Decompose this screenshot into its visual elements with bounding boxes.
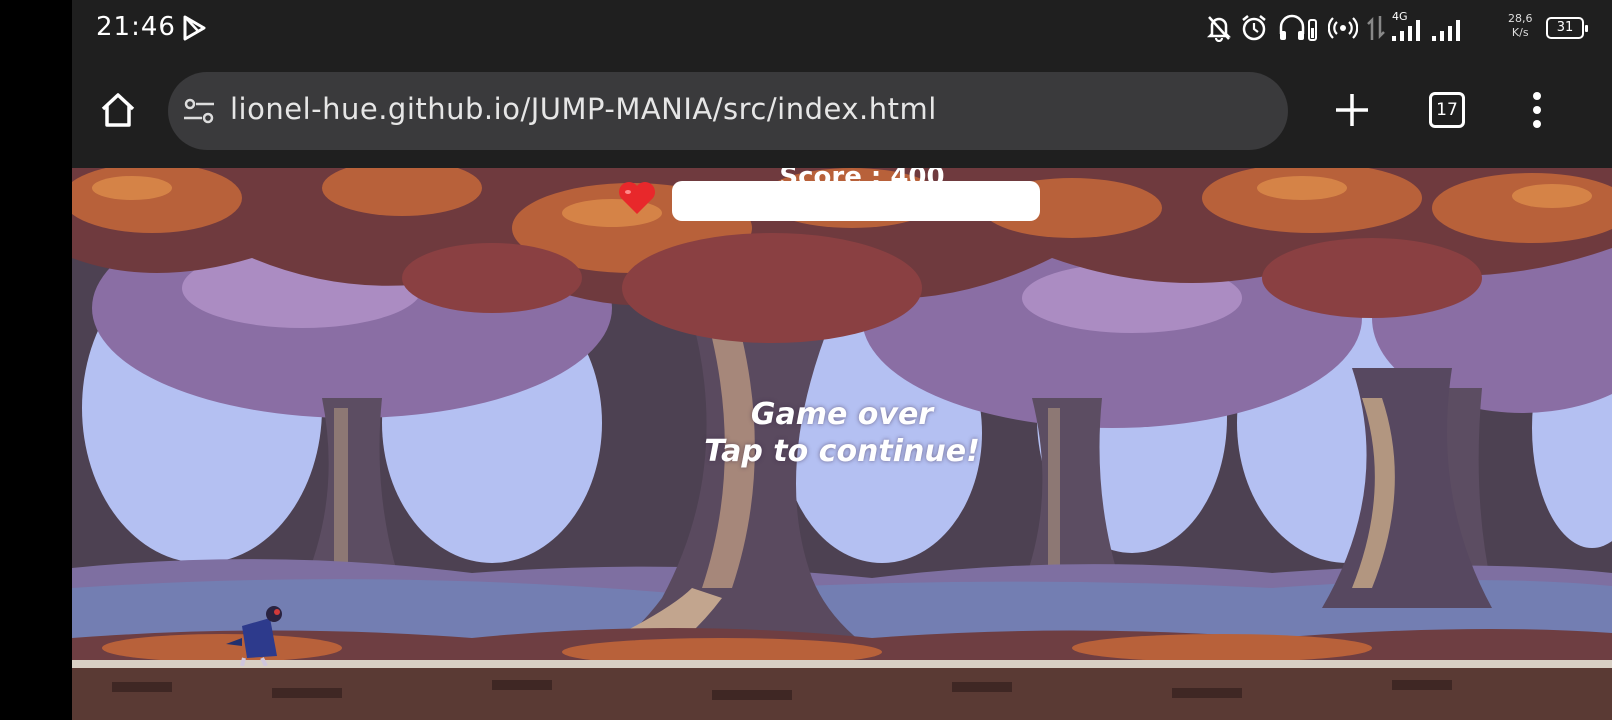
game-over-title: Game over	[750, 397, 934, 432]
play-store-icon	[183, 15, 206, 41]
health-bar	[672, 181, 1040, 221]
data-arrows-icon	[1367, 16, 1385, 40]
alarm-icon	[1242, 15, 1266, 41]
game-over-message[interactable]: Game over Tap to continue!	[632, 396, 1052, 470]
signal-icon-1	[1392, 20, 1420, 41]
home-icon[interactable]	[98, 90, 138, 130]
status-time: 21:46	[96, 12, 176, 42]
site-settings-icon[interactable]	[182, 97, 216, 125]
bell-off-icon	[1206, 16, 1232, 42]
more-menu-icon[interactable]	[1530, 90, 1544, 130]
hotspot-icon	[1328, 17, 1358, 39]
game-canvas[interactable]: Score : 400 Game over Tap to continue!	[72, 168, 1612, 720]
tap-to-continue-text[interactable]: Tap to continue!	[632, 433, 1052, 470]
network-speed-value: 28,6	[1508, 12, 1533, 25]
tab-switcher-button[interactable]: 17	[1429, 92, 1465, 128]
left-black-bar	[0, 0, 72, 720]
score-text: Score : 400	[762, 168, 962, 182]
battery-indicator: 31	[1546, 17, 1588, 39]
url-text[interactable]: lionel-hue.github.io/JUMP-MANIA/src/inde…	[230, 92, 937, 126]
status-bar: 21:46 4G 28,6 K/s 31	[72, 0, 1612, 56]
network-speed-unit: K/s	[1511, 26, 1529, 39]
heart-icon	[619, 182, 655, 214]
player-character	[226, 606, 282, 666]
headset-battery-icon	[1279, 14, 1317, 41]
network-speed: 28,6 K/s	[1508, 12, 1533, 40]
signal-icon-2	[1432, 20, 1460, 41]
url-bar[interactable]: lionel-hue.github.io/JUMP-MANIA/src/inde…	[168, 72, 1288, 150]
browser-toolbar: lionel-hue.github.io/JUMP-MANIA/src/inde…	[72, 56, 1612, 168]
new-tab-icon[interactable]	[1334, 92, 1370, 128]
